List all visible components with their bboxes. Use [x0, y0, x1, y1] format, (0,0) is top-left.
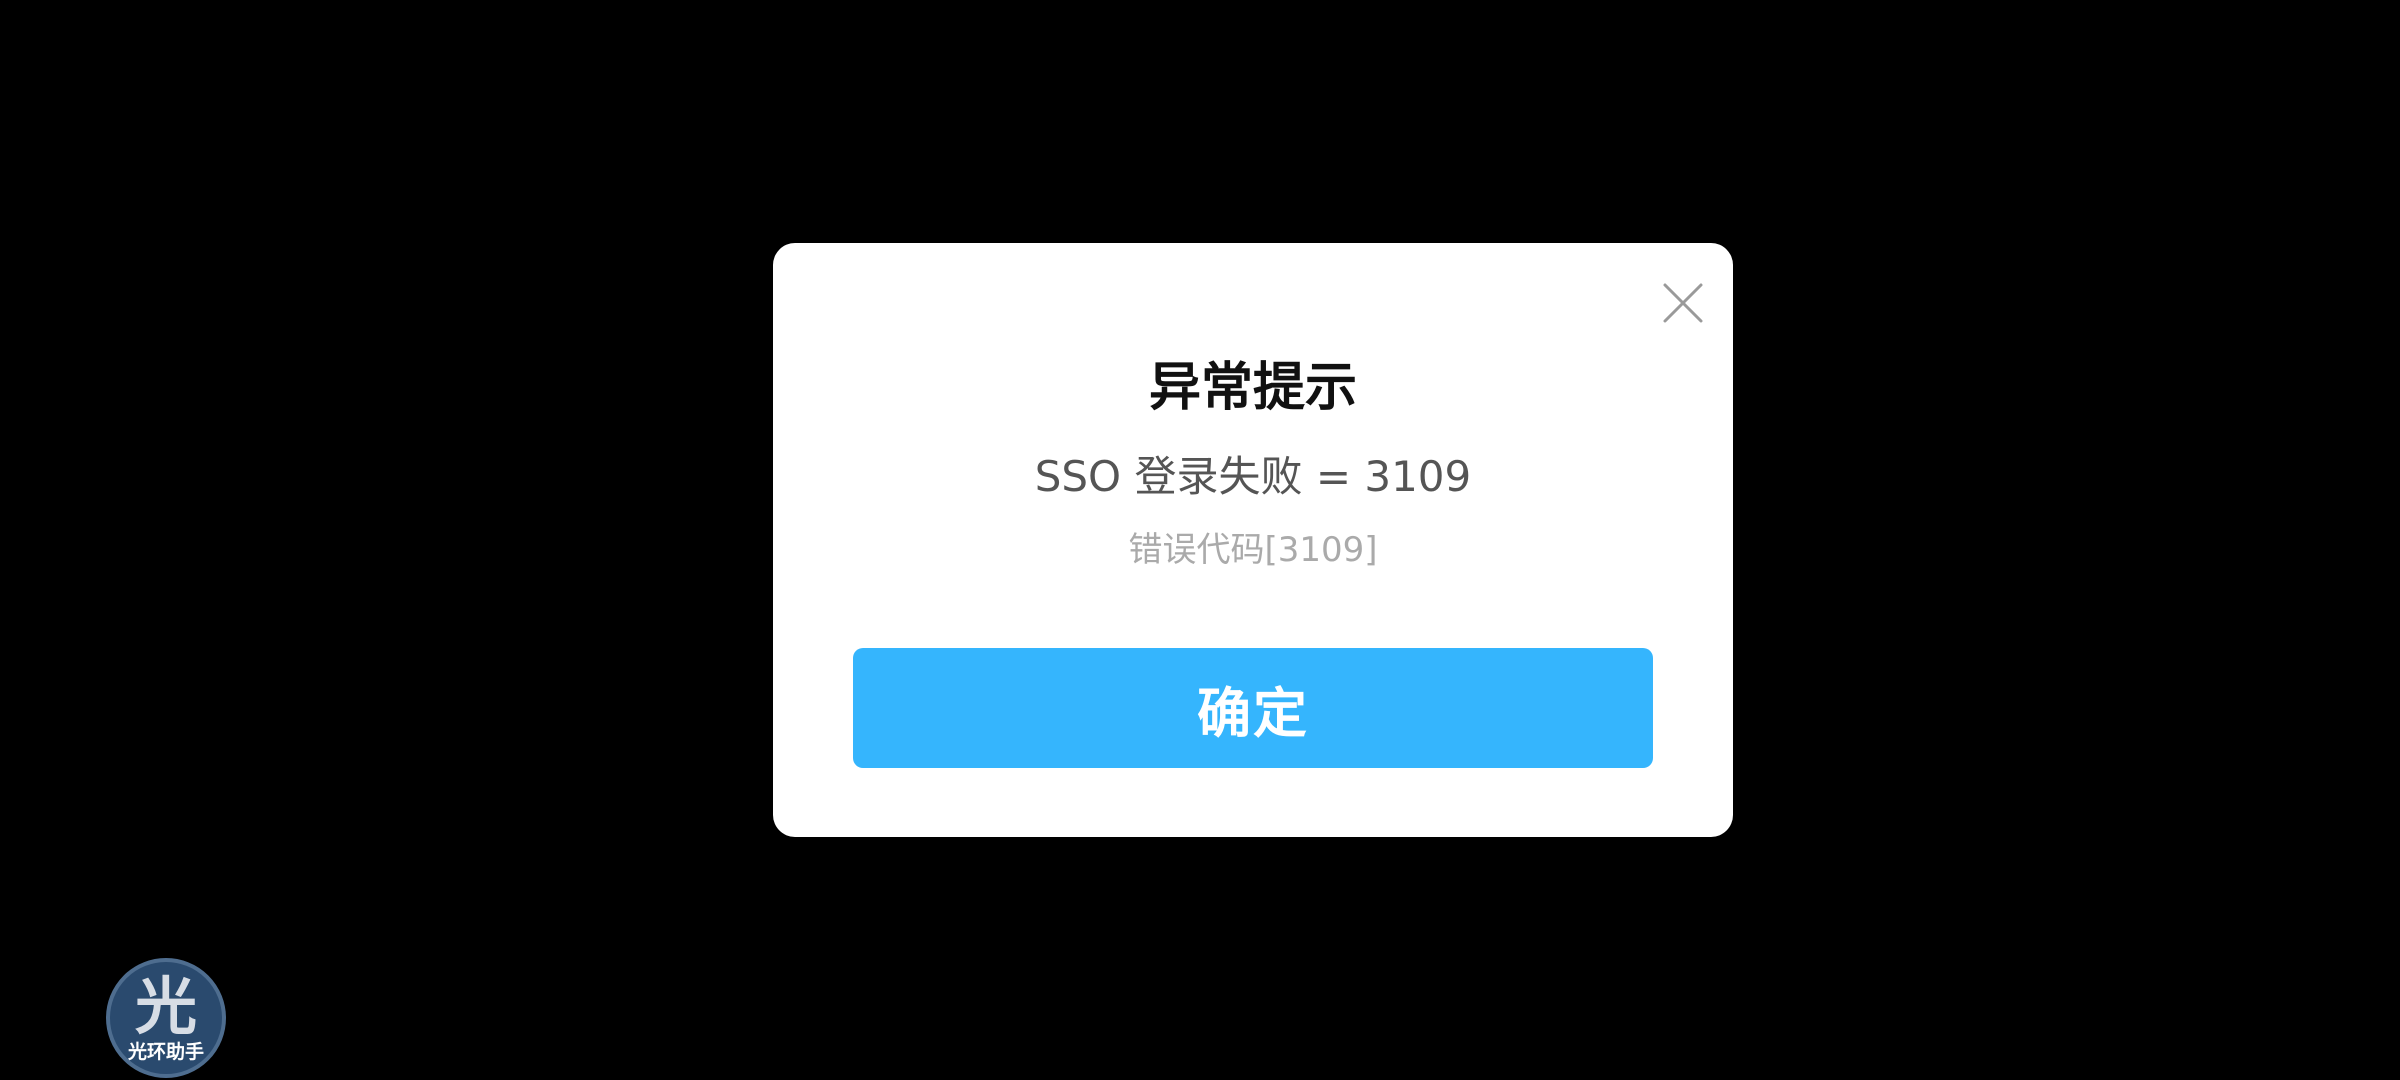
assistant-logo-glyph: 光 — [134, 970, 197, 1043]
assistant-label: 光环助手 — [127, 1041, 204, 1063]
dialog-message: SSO 登录失败 = 3109 — [1034, 452, 1472, 501]
close-button[interactable] — [1653, 273, 1713, 333]
screen-background: 异常提示 SSO 登录失败 = 3109 错误代码[3109] 确定 光 光环助… — [0, 0, 2400, 1080]
floating-assistant-button[interactable]: 光 光环助手 — [106, 958, 226, 1078]
error-code-text: 错误代码[3109] — [1128, 530, 1378, 570]
confirm-button[interactable]: 确定 — [853, 648, 1653, 768]
dialog-title: 异常提示 — [1148, 358, 1357, 418]
close-icon — [1663, 283, 1703, 323]
error-dialog: 异常提示 SSO 登录失败 = 3109 错误代码[3109] 确定 — [773, 243, 1733, 837]
